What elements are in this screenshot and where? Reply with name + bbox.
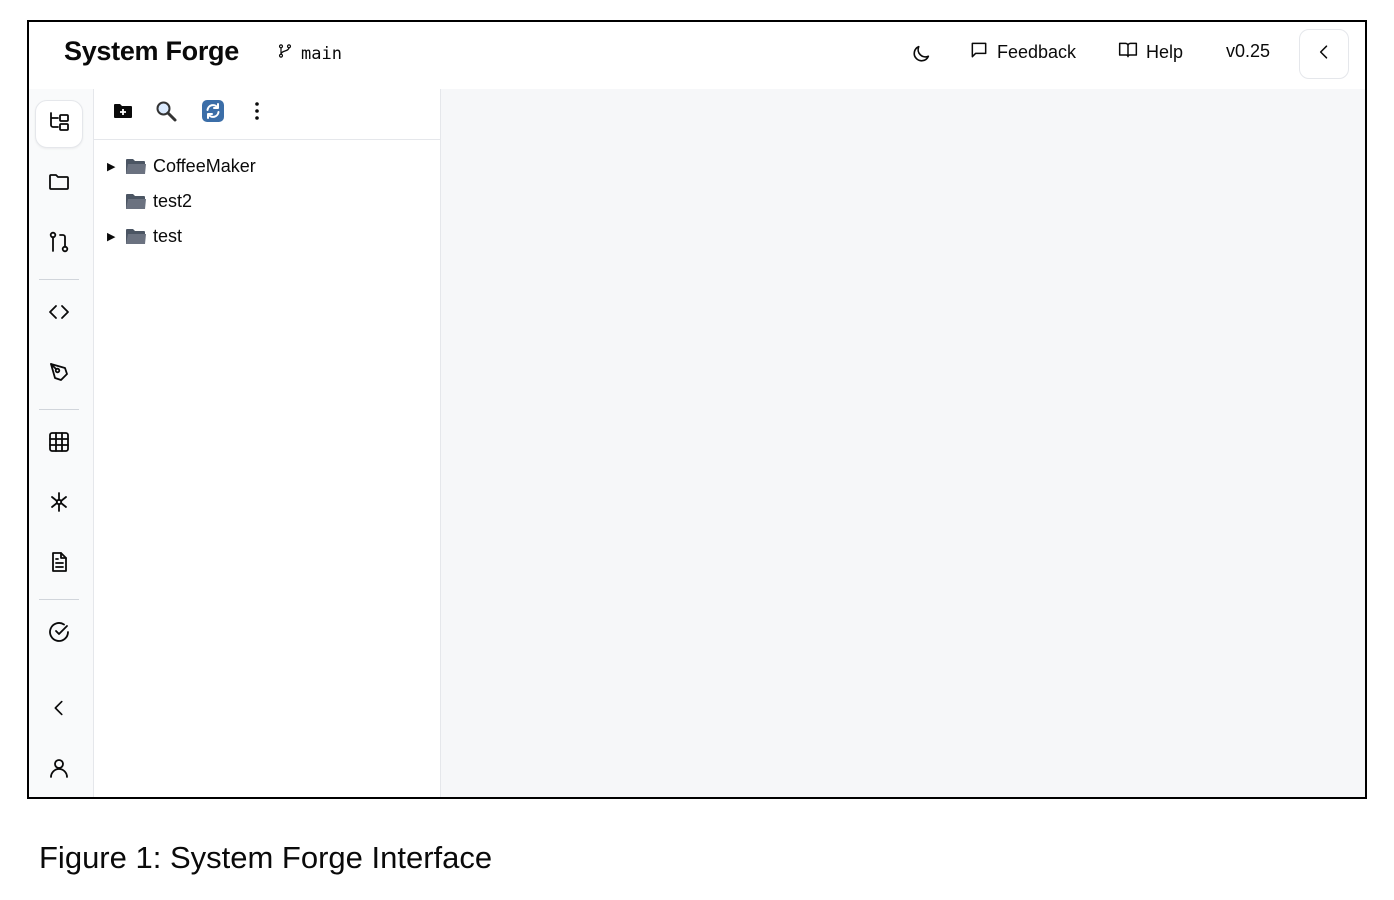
git-pull-request-icon <box>47 230 71 259</box>
more-options-button[interactable] <box>245 101 269 125</box>
collapse-panel-button[interactable] <box>1299 29 1349 79</box>
expand-caret-icon[interactable]: ▶ <box>107 160 119 173</box>
rail-divider <box>39 279 79 280</box>
rail-collapse-button[interactable] <box>35 686 83 734</box>
tree-item-label: test2 <box>153 191 193 211</box>
rail-folder-button[interactable] <box>35 160 83 208</box>
expand-caret-icon[interactable]: ▶ <box>107 230 119 243</box>
rail-code-button[interactable] <box>35 290 83 338</box>
main-content-area <box>441 89 1365 797</box>
branch-name: main <box>301 43 342 64</box>
search-button[interactable] <box>154 101 178 125</box>
folder-icon <box>125 192 147 216</box>
document-icon <box>47 550 71 579</box>
rail-pull-request-button[interactable] <box>35 220 83 268</box>
figure-caption: Figure 1: System Forge Interface <box>39 840 493 875</box>
explorer-toolbar <box>94 89 440 140</box>
feedback-button[interactable]: Feedback <box>969 40 1076 65</box>
search-icon <box>154 99 178 128</box>
theme-toggle-button[interactable] <box>910 43 932 70</box>
refresh-button[interactable] <box>201 99 225 128</box>
chevron-left-icon <box>48 697 70 724</box>
message-square-icon <box>969 40 989 65</box>
tree-view-icon <box>47 110 71 139</box>
book-open-icon <box>1118 40 1138 65</box>
activity-rail <box>29 89 94 797</box>
refresh-icon <box>201 99 225 128</box>
tree-item-label: CoffeeMaker <box>153 156 256 176</box>
rail-network-button[interactable] <box>35 480 83 528</box>
new-folder-button[interactable] <box>111 101 135 125</box>
rail-check-button[interactable] <box>35 610 83 658</box>
check-circle-icon <box>47 620 71 649</box>
tree-item[interactable]: test2 <box>94 184 440 219</box>
tree-item-label: test <box>153 226 183 246</box>
rail-user-button[interactable] <box>35 746 83 794</box>
rail-divider <box>39 409 79 410</box>
more-vertical-icon <box>245 99 269 128</box>
tree-item[interactable]: ▶ test <box>94 219 440 254</box>
app-title: System Forge <box>64 36 239 66</box>
file-tree: ▶ CoffeeMaker test2 ▶ test <box>94 149 440 254</box>
network-icon <box>47 490 71 519</box>
chevron-left-icon <box>1314 42 1334 67</box>
tree-item[interactable]: ▶ CoffeeMaker <box>94 149 440 184</box>
file-explorer: ▶ CoffeeMaker test2 ▶ test <box>94 89 441 797</box>
rail-divider <box>39 599 79 600</box>
git-branch-icon <box>277 43 293 64</box>
new-folder-icon <box>113 102 133 125</box>
version-label: v0.25 <box>1226 41 1271 61</box>
table-icon <box>47 430 71 459</box>
rail-table-button[interactable] <box>35 420 83 468</box>
feedback-label: Feedback <box>997 42 1077 62</box>
help-label: Help <box>1146 42 1184 62</box>
folder-icon <box>125 157 147 181</box>
branch-indicator[interactable]: main <box>277 43 342 64</box>
help-button[interactable]: Help <box>1118 40 1183 65</box>
user-icon <box>47 756 71 785</box>
app-window: System Forge main Feedback Help v0.25 ▶ … <box>27 20 1367 799</box>
folder-icon <box>47 170 71 199</box>
moon-icon <box>910 43 932 70</box>
folder-icon <box>125 227 147 251</box>
code-icon <box>47 300 71 329</box>
pen-tool-icon <box>47 360 71 389</box>
top-header: System Forge main Feedback Help v0.25 <box>29 22 1365 90</box>
rail-document-button[interactable] <box>35 540 83 588</box>
rail-tree-view-button[interactable] <box>35 100 83 148</box>
rail-design-button[interactable] <box>35 350 83 398</box>
